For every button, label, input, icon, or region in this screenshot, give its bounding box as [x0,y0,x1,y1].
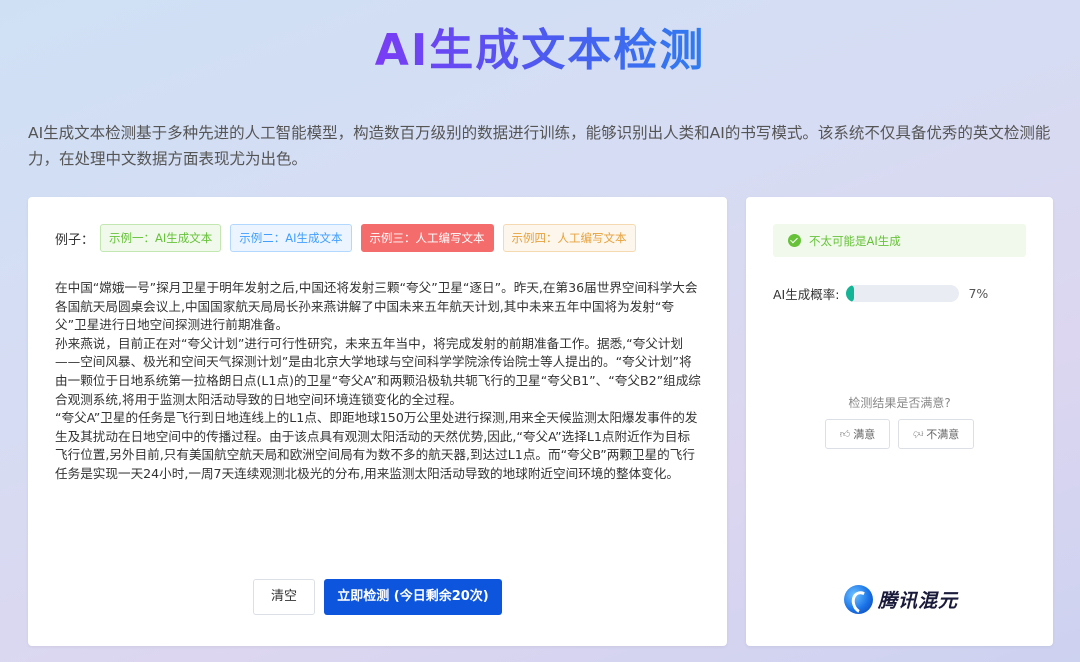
page-title: AI生成文本检测 [374,25,706,76]
clear-button[interactable]: 清空 [253,579,315,615]
article-paragraph: 孙来燕说，目前正在对“夸父计划”进行可行性研究，未来五年当中，将完成发射的前期准… [55,335,701,407]
probability-label: AI生成概率: [773,287,840,302]
article-paragraph: “夸父A”卫星的任务是飞行到日地连线上的L1点、即距地球150万公里处进行探测,… [55,410,698,481]
text-input-area[interactable]: 在中国“嫦娥一号”探月卫星于明年发射之后,中国还将发射三颗“夸父”卫星“逐日”。… [55,279,701,484]
unsatisfied-label: 不满意 [926,428,960,441]
thumbs-down-icon: 👍︎ [912,428,924,439]
satisfaction-question: 检测结果是否满意? [848,396,951,410]
satisfied-button[interactable]: 👍︎ 满意 [825,419,890,449]
probability-row: AI生成概率: 7% [773,284,988,303]
example-3-button[interactable]: 示例三：人工编写文本 [360,224,494,252]
satisfied-label: 满意 [853,428,876,441]
result-alert: 不太可能是AI生成 [773,224,1026,257]
check-circle-icon [788,234,801,247]
article-paragraph: 在中国“嫦娥一号”探月卫星于明年发射之后,中国还将发射三颗“夸父”卫星“逐日”。… [55,280,698,333]
examples-label: 例子： [55,232,95,248]
hunyuan-logo-icon [844,585,873,614]
probability-bar-fill [846,285,855,302]
example-1-button[interactable]: 示例一：AI生成文本 [100,224,222,252]
result-alert-text: 不太可能是AI生成 [809,233,901,248]
probability-bar [846,285,960,302]
unsatisfied-button[interactable]: 👍︎ 不满意 [898,419,974,449]
input-card: 例子： 示例一：AI生成文本 示例二：AI生成文本 示例三：人工编写文本 示例四… [28,197,727,646]
example-4-button[interactable]: 示例四：人工编写文本 [502,224,636,252]
thumbs-up-icon: 👍︎ [839,429,851,440]
result-card: 不太可能是AI生成 AI生成概率: 7% 检测结果是否满意? 👍︎ 满意 👍︎ … [746,197,1053,646]
probability-value: 7% [968,286,989,301]
brand-logo: 腾讯混元 [844,585,958,614]
example-2-button[interactable]: 示例二：AI生成文本 [230,224,352,252]
examples-bar: 例子： 示例一：AI生成文本 示例二：AI生成文本 示例三：人工编写文本 示例四… [55,224,645,252]
brand-name: 腾讯混元 [878,590,959,612]
page-description: AI生成文本检测基于多种先进的人工智能模型，构造数百万级别的数据进行训练，能够识… [28,124,1051,168]
detect-button[interactable]: 立即检测 (今日剩余20次) [324,579,502,615]
